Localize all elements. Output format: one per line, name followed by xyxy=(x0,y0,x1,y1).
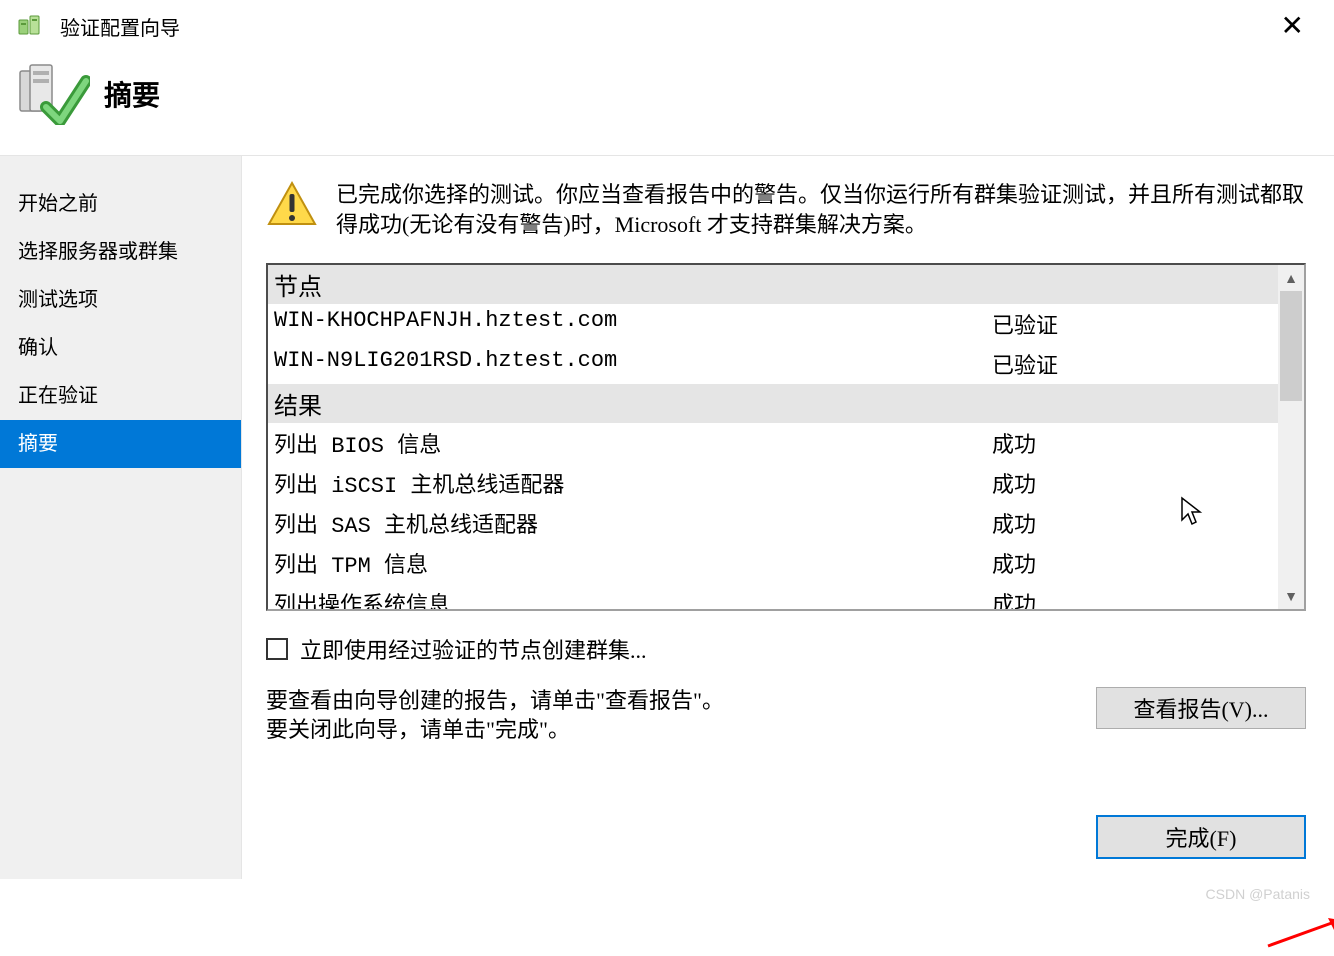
group-header-results: 结果 xyxy=(268,384,1278,423)
message-row: 已完成你选择的测试。你应当查看报告中的警告。仅当你运行所有群集验证测试，并且所有… xyxy=(266,180,1306,239)
result-status: 成功 xyxy=(992,467,1272,499)
header-section: 摘要 xyxy=(0,49,1334,155)
result-row: 列出 iSCSI 主机总线适配器 成功 xyxy=(268,463,1278,503)
result-status: 已验证 xyxy=(992,308,1272,340)
sidebar-item-test-options[interactable]: 测试选项 xyxy=(0,276,241,324)
summary-message: 已完成你选择的测试。你应当查看报告中的警告。仅当你运行所有群集验证测试，并且所有… xyxy=(336,180,1306,239)
scroll-thumb[interactable] xyxy=(1280,291,1302,401)
result-name: 列出操作系统信息 xyxy=(274,587,992,609)
hint-line1: 要查看由向导创建的报告，请单击"查看报告"。 xyxy=(266,687,1096,716)
result-status: 成功 xyxy=(992,587,1272,609)
warning-icon xyxy=(266,180,318,228)
sidebar-item-before-begin[interactable]: 开始之前 xyxy=(0,180,241,228)
sidebar-item-validating[interactable]: 正在验证 xyxy=(0,372,241,420)
scroll-down-button[interactable]: ▼ xyxy=(1278,583,1304,609)
result-row: WIN-N9LIG201RSD.hztest.com 已验证 xyxy=(268,344,1278,384)
result-row: 列出 BIOS 信息 成功 xyxy=(268,423,1278,463)
results-panel: 节点 WIN-KHOCHPAFNJH.hztest.com 已验证 WIN-N9… xyxy=(266,263,1306,611)
hint-line2: 要关闭此向导，请单击"完成"。 xyxy=(266,716,1096,745)
result-row: 列出 TPM 信息 成功 xyxy=(268,543,1278,583)
title-bar: 验证配置向导 ✕ xyxy=(0,0,1334,49)
scroll-up-button[interactable]: ▲ xyxy=(1278,265,1304,291)
result-row: WIN-KHOCHPAFNJH.hztest.com 已验证 xyxy=(268,304,1278,344)
sidebar-item-summary[interactable]: 摘要 xyxy=(0,420,241,468)
scrollbar[interactable]: ▲ ▼ xyxy=(1278,265,1304,609)
window-title: 验证配置向导 xyxy=(60,12,180,41)
result-name: WIN-KHOCHPAFNJH.hztest.com xyxy=(274,308,992,340)
result-row: 列出 SAS 主机总线适配器 成功 xyxy=(268,503,1278,543)
result-name: 列出 TPM 信息 xyxy=(274,547,992,579)
view-report-button[interactable]: 查看报告(V)... xyxy=(1096,687,1306,729)
annotation-arrow-icon xyxy=(1262,912,1334,956)
result-status: 成功 xyxy=(992,547,1272,579)
checkbox-label: 立即使用经过验证的节点创建群集... xyxy=(300,633,647,665)
close-button[interactable]: ✕ xyxy=(1281,12,1304,40)
hint-text: 要查看由向导创建的报告，请单击"查看报告"。 要关闭此向导，请单击"完成"。 xyxy=(266,687,1096,744)
main-content: 已完成你选择的测试。你应当查看报告中的警告。仅当你运行所有群集验证测试，并且所有… xyxy=(242,156,1334,879)
result-name: WIN-N9LIG201RSD.hztest.com xyxy=(274,348,992,380)
create-cluster-checkbox-row[interactable]: 立即使用经过验证的节点创建群集... xyxy=(266,633,1306,665)
results-scroll[interactable]: 节点 WIN-KHOCHPAFNJH.hztest.com 已验证 WIN-N9… xyxy=(268,265,1304,609)
page-title: 摘要 xyxy=(104,74,160,114)
result-status: 已验证 xyxy=(992,348,1272,380)
button-bar: 完成(F) xyxy=(1096,815,1306,859)
sidebar-item-confirm[interactable]: 确认 xyxy=(0,324,241,372)
finish-button[interactable]: 完成(F) xyxy=(1096,815,1306,859)
bottom-row: 要查看由向导创建的报告，请单击"查看报告"。 要关闭此向导，请单击"完成"。 查… xyxy=(266,687,1306,744)
body-section: 开始之前 选择服务器或群集 测试选项 确认 正在验证 摘要 已完成你选择的测试。… xyxy=(0,155,1334,879)
result-name: 列出 BIOS 信息 xyxy=(274,427,992,459)
result-status: 成功 xyxy=(992,427,1272,459)
sidebar: 开始之前 选择服务器或群集 测试选项 确认 正在验证 摘要 xyxy=(0,156,242,879)
result-name: 列出 SAS 主机总线适配器 xyxy=(274,507,992,539)
checkbox-icon[interactable] xyxy=(266,638,288,660)
result-name: 列出 iSCSI 主机总线适配器 xyxy=(274,467,992,499)
wizard-cluster-icon xyxy=(18,14,46,40)
sidebar-item-select-servers[interactable]: 选择服务器或群集 xyxy=(0,228,241,276)
result-status: 成功 xyxy=(992,507,1272,539)
result-row: 列出操作系统信息 成功 xyxy=(268,583,1278,609)
summary-icon xyxy=(18,63,90,125)
watermark: CSDN @Patanis xyxy=(1206,886,1310,902)
group-header-nodes: 节点 xyxy=(268,265,1278,304)
